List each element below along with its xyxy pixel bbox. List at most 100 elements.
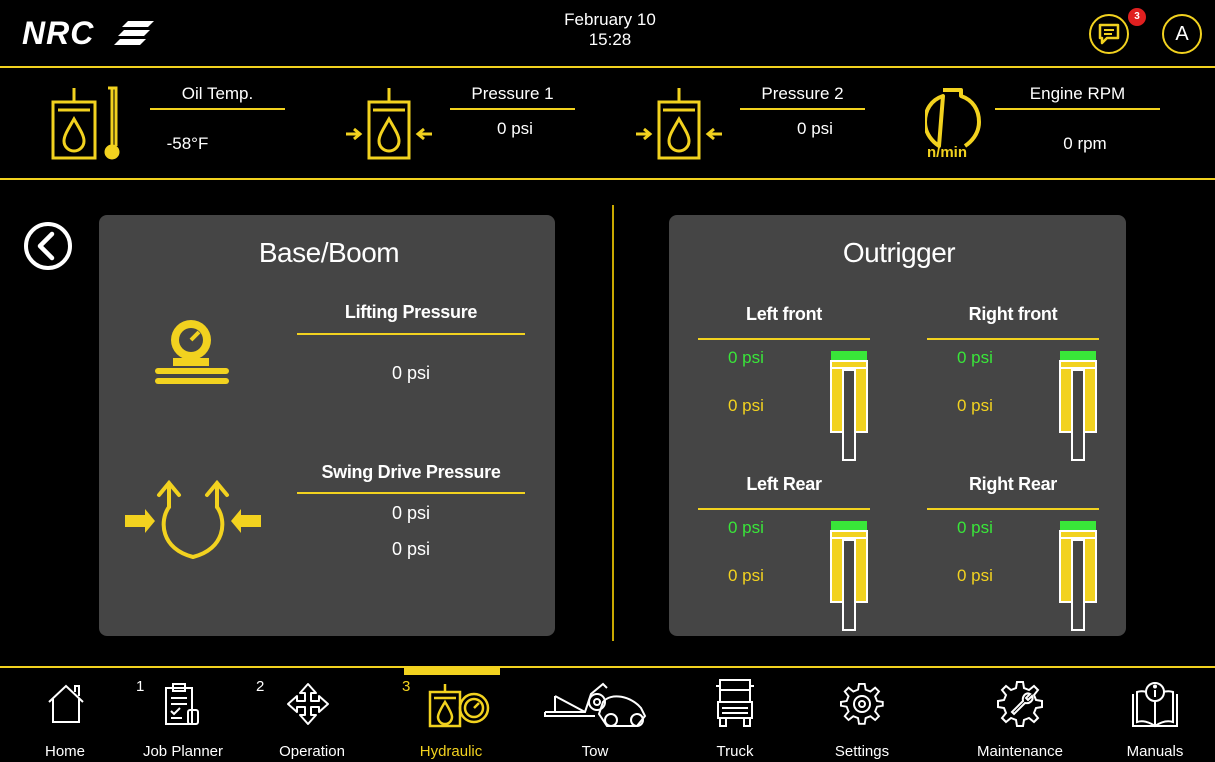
nav-home[interactable]: Home <box>30 668 100 762</box>
nav-number: 1 <box>136 678 145 695</box>
outrigger-right-front: Right front 0 psi 0 psi <box>927 300 1099 465</box>
outrigger-top-value: 0 psi <box>728 348 764 367</box>
logo-text: NRC <box>22 15 95 51</box>
manual-book-icon <box>1132 682 1178 728</box>
outrigger-label: Left Rear <box>746 474 822 494</box>
date-text: February 10 <box>564 10 656 29</box>
gauge-oil-temp: Oil Temp. -58°F <box>50 84 300 174</box>
panel-title: Outrigger <box>842 237 956 268</box>
outrigger-top-value: 0 psi <box>957 348 993 367</box>
outrigger-left-front: Left front 0 psi 0 psi <box>698 300 870 465</box>
nav-number: 2 <box>256 678 265 695</box>
nav-settings[interactable]: Settings <box>812 668 912 762</box>
gear-icon <box>840 682 884 725</box>
bottom-nav: Home 1 Job Planner 2 Operation 3 Hydraul… <box>0 666 1215 762</box>
lifting-pressure-divider <box>297 333 525 335</box>
outrigger-top-value: 0 psi <box>957 518 993 537</box>
lifting-pressure-icon <box>155 320 229 384</box>
outrigger-label: Right Rear <box>968 474 1057 494</box>
hydraulic-icon <box>428 684 490 728</box>
outrigger-label: Left front <box>746 304 822 324</box>
outrigger-divider <box>698 508 870 510</box>
nav-label: Job Planner <box>142 743 224 760</box>
pressure-icon <box>636 88 722 160</box>
move-arrows-icon <box>287 683 329 725</box>
gauge-engine-rpm: n/min Engine RPM 0 rpm <box>925 84 1175 174</box>
nav-label: Tow <box>581 743 609 760</box>
outrigger-divider <box>927 508 1099 510</box>
gauge-divider <box>150 108 285 110</box>
logo-stripes-icon <box>114 21 154 45</box>
lifting-pressure-value: 0 psi <box>391 363 431 383</box>
active-tab-indicator <box>404 668 500 675</box>
gauge-value: 0 rpm <box>1063 134 1107 153</box>
maintenance-gear-wrench-icon <box>997 681 1043 727</box>
nav-label: Home <box>44 743 85 760</box>
gauge-label: Engine RPM <box>1029 84 1126 103</box>
nav-label: Manuals <box>1126 743 1184 760</box>
swing-drive-label: Swing Drive Pressure <box>321 462 501 482</box>
outrigger-bottom-value: 0 psi <box>957 566 993 585</box>
outrigger-bottom-value: 0 psi <box>728 396 764 415</box>
home-icon <box>48 684 84 723</box>
messages-button[interactable] <box>1089 14 1129 54</box>
gauge-value: 0 psi <box>797 119 833 138</box>
swing-drive-divider <box>297 492 525 494</box>
nav-label: Hydraulic <box>419 743 483 760</box>
outrigger-bottom-value: 0 psi <box>957 396 993 415</box>
gauge-divider <box>995 108 1160 110</box>
nrc-logo: NRC <box>22 15 172 51</box>
gauge-label: Oil Temp. <box>181 84 254 103</box>
base-boom-panel: Base/Boom Lifting Pressure 0 psi Swing D… <box>99 215 555 636</box>
gauge-value: 0 psi <box>497 119 533 138</box>
chevron-left-icon <box>24 222 72 270</box>
pressure-icon <box>346 88 432 160</box>
gauge-label: Pressure 2 <box>761 84 844 103</box>
cylinder-icon <box>1059 521 1097 631</box>
date-time: February 10 15:28 <box>540 10 680 50</box>
panel-title: Base/Boom <box>258 237 400 268</box>
nav-label: Maintenance <box>977 743 1063 760</box>
oil-temp-icon <box>51 86 120 160</box>
lifting-pressure-label: Lifting Pressure <box>344 302 478 322</box>
avatar[interactable]: A <box>1162 14 1202 54</box>
gauge-label: Pressure 1 <box>471 84 554 103</box>
tow-truck-icon <box>544 682 647 727</box>
gauge-pressure-1: Pressure 1 0 psi <box>340 84 590 174</box>
rpm-unit-label: n/min <box>927 144 967 161</box>
swing-drive-value-1: 0 psi <box>391 503 431 523</box>
panel-divider <box>612 205 614 641</box>
nav-truck[interactable]: Truck <box>690 668 780 762</box>
cylinder-icon <box>1059 351 1097 461</box>
cylinder-icon <box>830 521 868 631</box>
nav-operation[interactable]: 2 Operation <box>252 668 372 762</box>
outrigger-right-rear: Right Rear 0 psi 0 psi <box>927 470 1099 635</box>
nav-maintenance[interactable]: Maintenance <box>960 668 1080 762</box>
message-count-badge: 3 <box>1128 8 1146 26</box>
swing-drive-value-2: 0 psi <box>391 539 431 559</box>
gauges-row: Oil Temp. -58°F Pressure 1 0 psi Pressur… <box>0 70 1215 180</box>
outrigger-divider <box>698 338 870 340</box>
nav-number: 3 <box>402 678 411 695</box>
back-button[interactable] <box>22 220 74 272</box>
header-bar: NRC February 10 15:28 3 A <box>0 0 1215 68</box>
nav-tow[interactable]: Tow <box>535 668 655 762</box>
nav-hydraulic[interactable]: 3 Hydraulic <box>390 668 512 762</box>
gauge-value: -58°F <box>166 134 209 153</box>
outrigger-bottom-value: 0 psi <box>728 566 764 585</box>
gauge-divider <box>450 108 575 110</box>
outrigger-label: Right front <box>968 304 1058 324</box>
time-text: 15:28 <box>588 30 632 49</box>
gauge-pressure-2: Pressure 2 0 psi <box>630 84 880 174</box>
nav-label: Settings <box>834 743 890 760</box>
nav-manuals[interactable]: Manuals <box>1115 668 1195 762</box>
outrigger-top-value: 0 psi <box>728 518 764 537</box>
job-planner-icon <box>165 683 199 725</box>
truck-icon <box>716 679 754 727</box>
swing-drive-icon <box>125 479 261 560</box>
gauge-divider <box>740 108 865 110</box>
chat-icon <box>1098 23 1120 45</box>
nav-label: Operation <box>279 743 345 760</box>
nav-job-planner[interactable]: 1 Job Planner <box>118 668 248 762</box>
outrigger-divider <box>927 338 1099 340</box>
